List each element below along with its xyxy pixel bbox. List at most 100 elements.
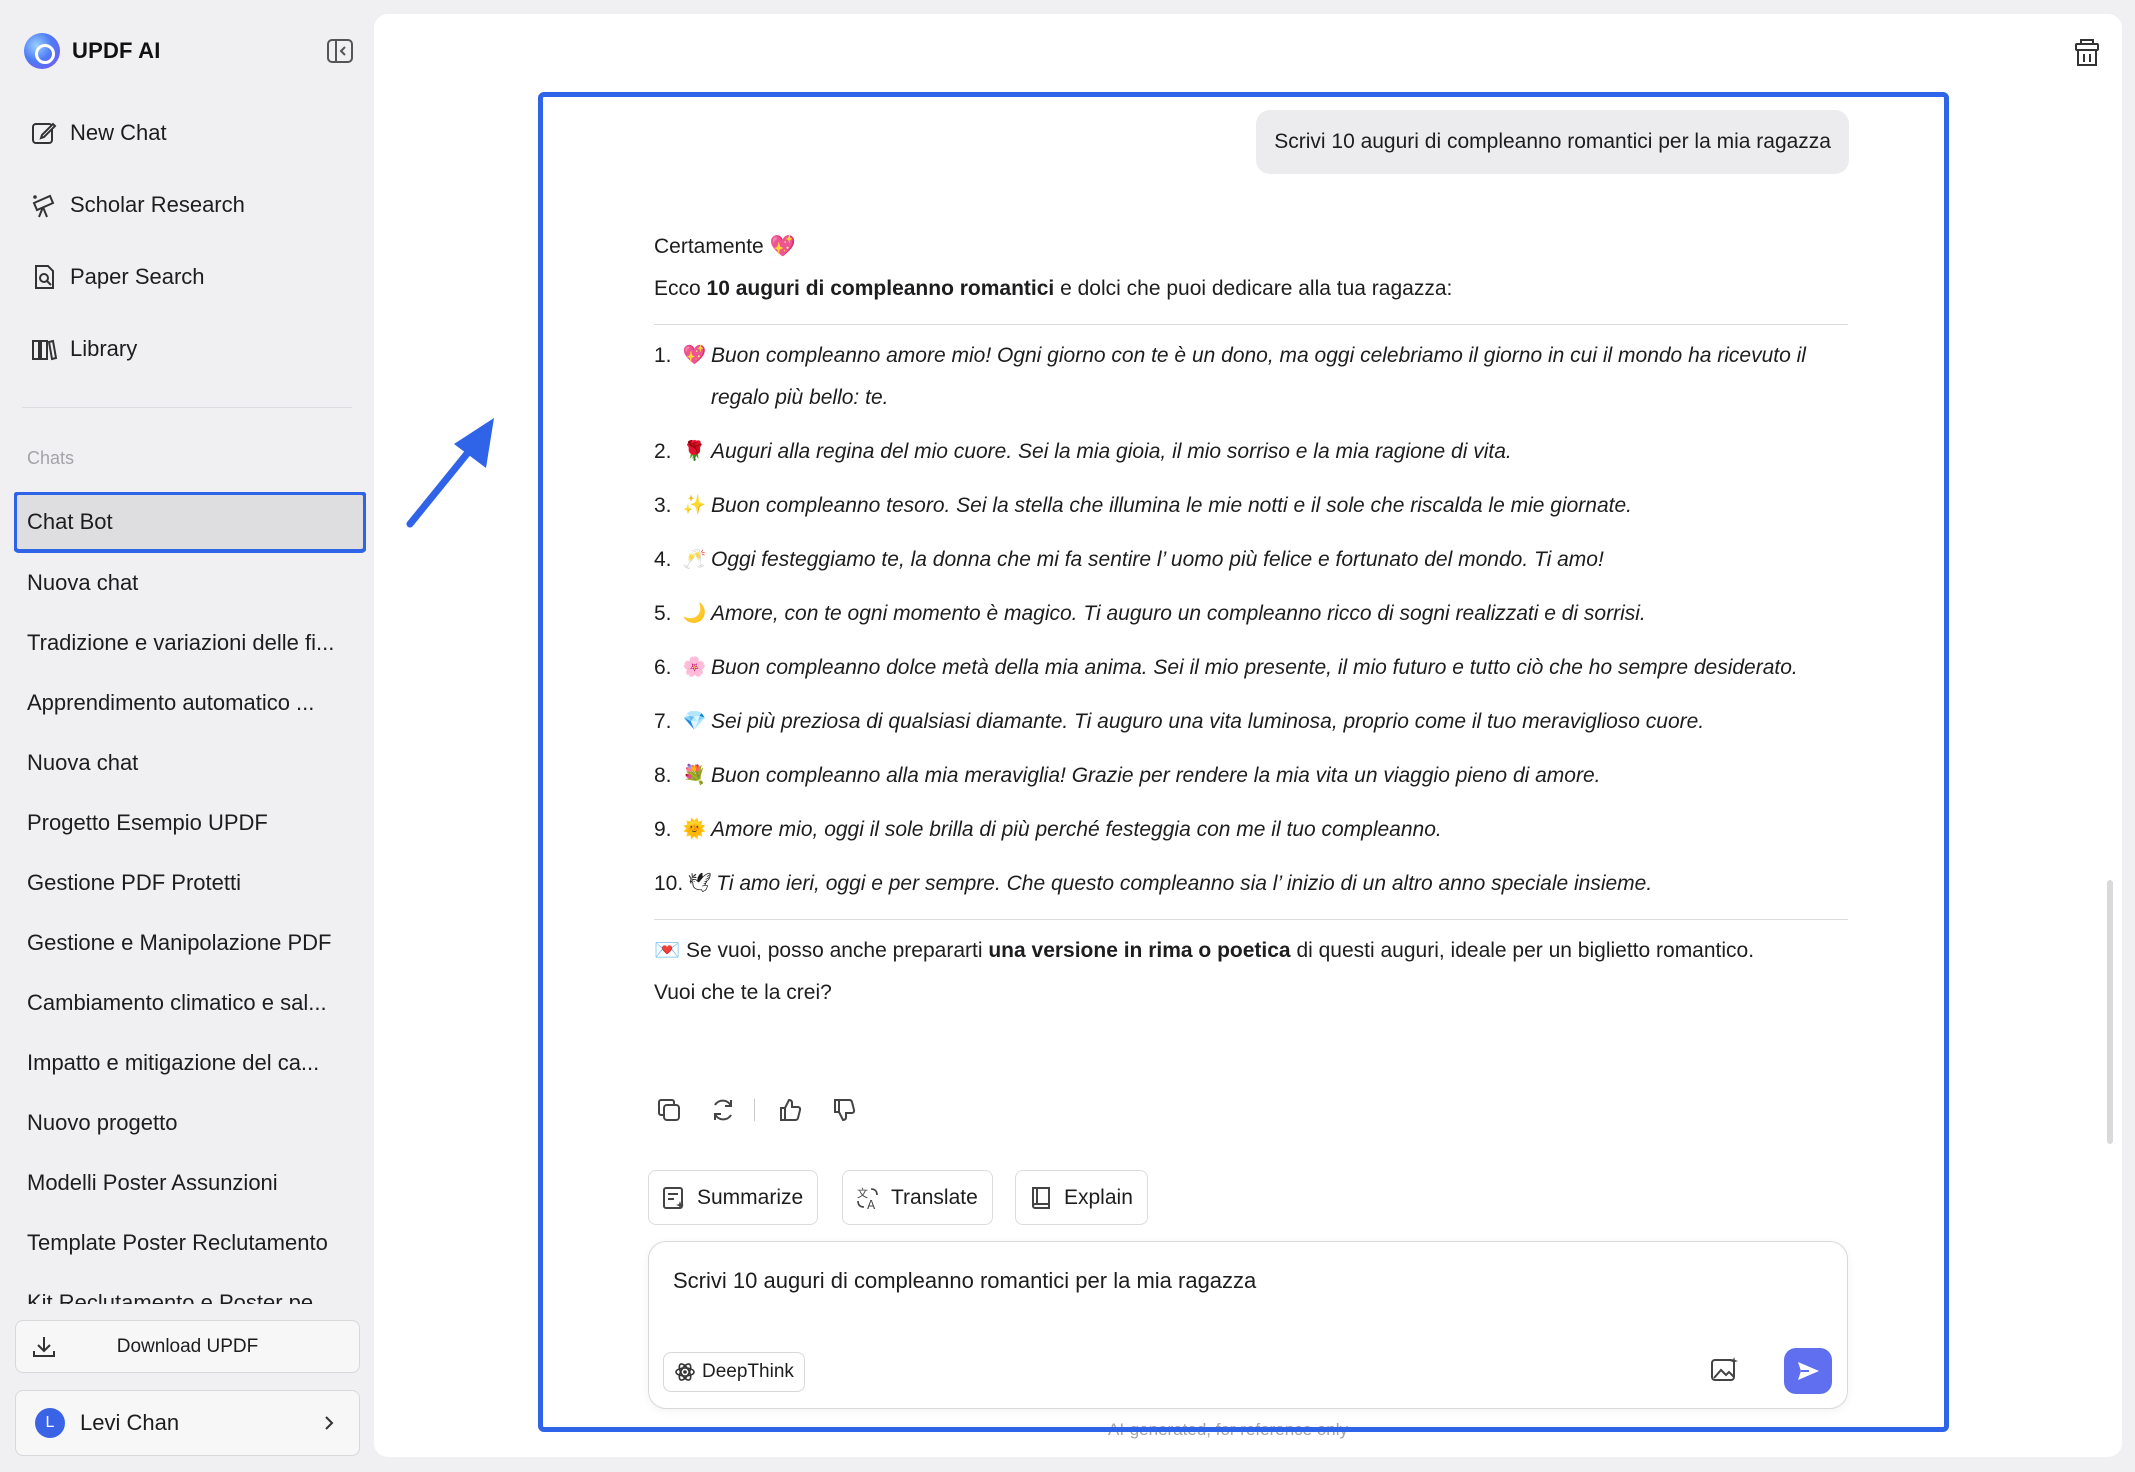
item-text: Buon compleanno tesoro. Sei la stella ch… [711,494,1632,517]
item-emoji-icon: 🌙 [682,603,707,624]
download-label: Download UPDF [116,1335,259,1357]
list-item: 8. 💐 Buon compleanno alla mia meraviglia… [654,755,1848,797]
item-text: Amore, con te ogni momento è magico. Ti … [711,602,1646,625]
item-emoji-icon: 🌹 [682,441,707,462]
item-emoji-icon: 💖 [682,345,707,366]
deepthink-toggle[interactable]: DeepThink [663,1352,805,1392]
chat-scrollbar[interactable] [2107,880,2113,1144]
thumbs-up-button[interactable] [773,1093,807,1127]
response-actions [652,1093,881,1127]
app-window: UPDF AI New Chat Scholar Research Paper … [0,0,2135,1472]
item-emoji-icon: 🕊 [687,873,712,894]
chevron-right-icon [325,1416,334,1430]
list-item: 2. 🌹 Auguri alla regina del mio cuore. S… [654,431,1848,473]
summarize-label: Summarize [697,1185,804,1209]
thumbs-up-icon [780,1098,802,1121]
sidebar: UPDF AI New Chat Scholar Research Paper … [0,0,374,1472]
response-lead: Ecco 10 auguri di compleanno romantici e… [654,268,1848,310]
item-number: 9. [654,818,672,841]
item-emoji-icon: 💐 [682,765,707,786]
list-item: 1. 💖 Buon compleanno amore mio! Ogni gio… [654,335,1848,419]
heart-emoji-icon: 💖 [769,235,796,258]
book-icon [1032,1186,1050,1209]
lead-text-end: e dolci che puoi dedicare alla tua ragaz… [1054,277,1453,300]
updf-logo-icon [24,33,60,69]
library-icon [32,339,58,361]
item-number: 4. [654,548,672,571]
chat-item[interactable]: Nuovo progetto [14,1093,352,1153]
collapse-sidebar-icon[interactable] [326,38,354,64]
summarize-icon [663,1186,684,1209]
list-item: 6. 🌸 Buon compleanno dolce metà della mi… [654,647,1848,689]
item-number: 8. [654,764,672,787]
chat-item[interactable]: Template Poster Reclutamento [14,1213,352,1273]
chat-item[interactable]: Gestione PDF Protetti [14,853,352,913]
copy-icon [658,1099,680,1121]
copy-button[interactable] [652,1093,686,1127]
explain-button[interactable]: Explain [1015,1170,1148,1225]
list-item: 4. 🥂 Oggi festeggiamo te, la donna che m… [654,539,1848,581]
lead-text: Ecco [654,277,707,300]
nav-library[interactable]: Library [14,320,354,378]
nav-label: Library [70,336,138,361]
list-item: 7. 💎 Sei più preziosa di qualsiasi diama… [654,701,1848,743]
chat-item[interactable]: Progetto Esempio UPDF [14,793,352,853]
closing-text: Se vuoi, posso anche prepararti [680,939,989,962]
summarize-button[interactable]: Summarize [648,1170,819,1225]
item-text: Buon compleanno amore mio! Ogni giorno c… [711,344,1806,409]
chat-item[interactable]: Gestione e Manipolazione PDF [14,913,352,973]
item-emoji-icon: 🌞 [682,819,707,840]
item-text: Sei più preziosa di qualsiasi diamante. … [711,710,1705,733]
translate-button[interactable]: 文 A Translate [842,1170,993,1225]
message-input[interactable]: Scrivi 10 auguri di compleanno romantici… [673,1268,1256,1294]
thumbs-down-icon [834,1099,856,1122]
response-separator [654,919,1848,920]
closing-bold-text: una versione in rima o poetica [988,939,1291,962]
chat-item[interactable]: Tradizione e variazioni delle fi... [14,613,352,673]
chat-history-list[interactable]: Chat Bot Nuova chat Tradizione e variazi… [14,492,366,1304]
clear-chat-icon[interactable] [2072,36,2102,68]
chat-item[interactable]: Nuova chat [14,733,352,793]
thumbs-down-button[interactable] [827,1093,861,1127]
svg-text:A: A [867,1198,876,1211]
send-icon [1798,1362,1819,1380]
list-item: 9. 🌞 Amore mio, oggi il sole brilla di p… [654,809,1848,851]
item-text: Ti amo ieri, oggi e per sempre. Che ques… [716,872,1653,895]
user-account-button[interactable]: L Levi Chan [15,1390,360,1456]
actions-divider [754,1099,755,1121]
image-upload-icon[interactable] [1709,1354,1741,1386]
item-text: Amore mio, oggi il sole brilla di più pe… [711,818,1442,841]
nav-paper-search[interactable]: Paper Search [14,248,354,306]
chat-item[interactable]: Nuova chat [14,553,352,613]
response-separator [654,324,1848,325]
avatar: L [35,1408,65,1438]
wishes-list: 1. 💖 Buon compleanno amore mio! Ogni gio… [654,335,1848,905]
download-updf-button[interactable]: Download UPDF [15,1320,360,1373]
closing-question: Vuoi che te la crei? [654,981,832,1004]
chat-item[interactable]: Cambiamento climatico e sal... [14,973,352,1033]
document-search-icon [35,265,54,289]
send-button[interactable] [1784,1348,1832,1394]
item-number: 7. [654,710,672,733]
brand: UPDF AI [24,32,161,70]
chat-item-active[interactable]: Chat Bot [14,492,366,553]
nav-scholar-research[interactable]: Scholar Research [14,176,354,234]
item-number: 6. [654,656,672,679]
nav-new-chat[interactable]: New Chat [14,104,354,162]
regenerate-button[interactable] [706,1093,740,1127]
ai-response: Certamente 💖 Ecco 10 auguri di compleann… [654,226,1848,1014]
nav-label: Paper Search [70,264,205,289]
chat-item[interactable]: Apprendimento automatico ... [14,673,352,733]
list-item: 5. 🌙 Amore, con te ogni momento è magico… [654,593,1848,635]
item-text: Buon compleanno dolce metà della mia ani… [711,656,1798,679]
closing-text-end: di questi auguri, ideale per un bigliett… [1290,939,1755,962]
chat-item[interactable]: Modelli Poster Assunzioni [14,1153,352,1213]
message-composer[interactable]: Scrivi 10 auguri di compleanno romantici… [648,1241,1848,1409]
chat-item[interactable]: Kit Reclutamento e Poster pe... [14,1273,352,1304]
sidebar-divider [22,407,352,408]
annotation-arrow-icon [406,418,494,528]
user-name: Levi Chan [80,1410,180,1435]
item-number: 3. [654,494,672,517]
item-number: 1. [654,344,672,367]
chat-item[interactable]: Impatto e mitigazione del ca... [14,1033,352,1093]
